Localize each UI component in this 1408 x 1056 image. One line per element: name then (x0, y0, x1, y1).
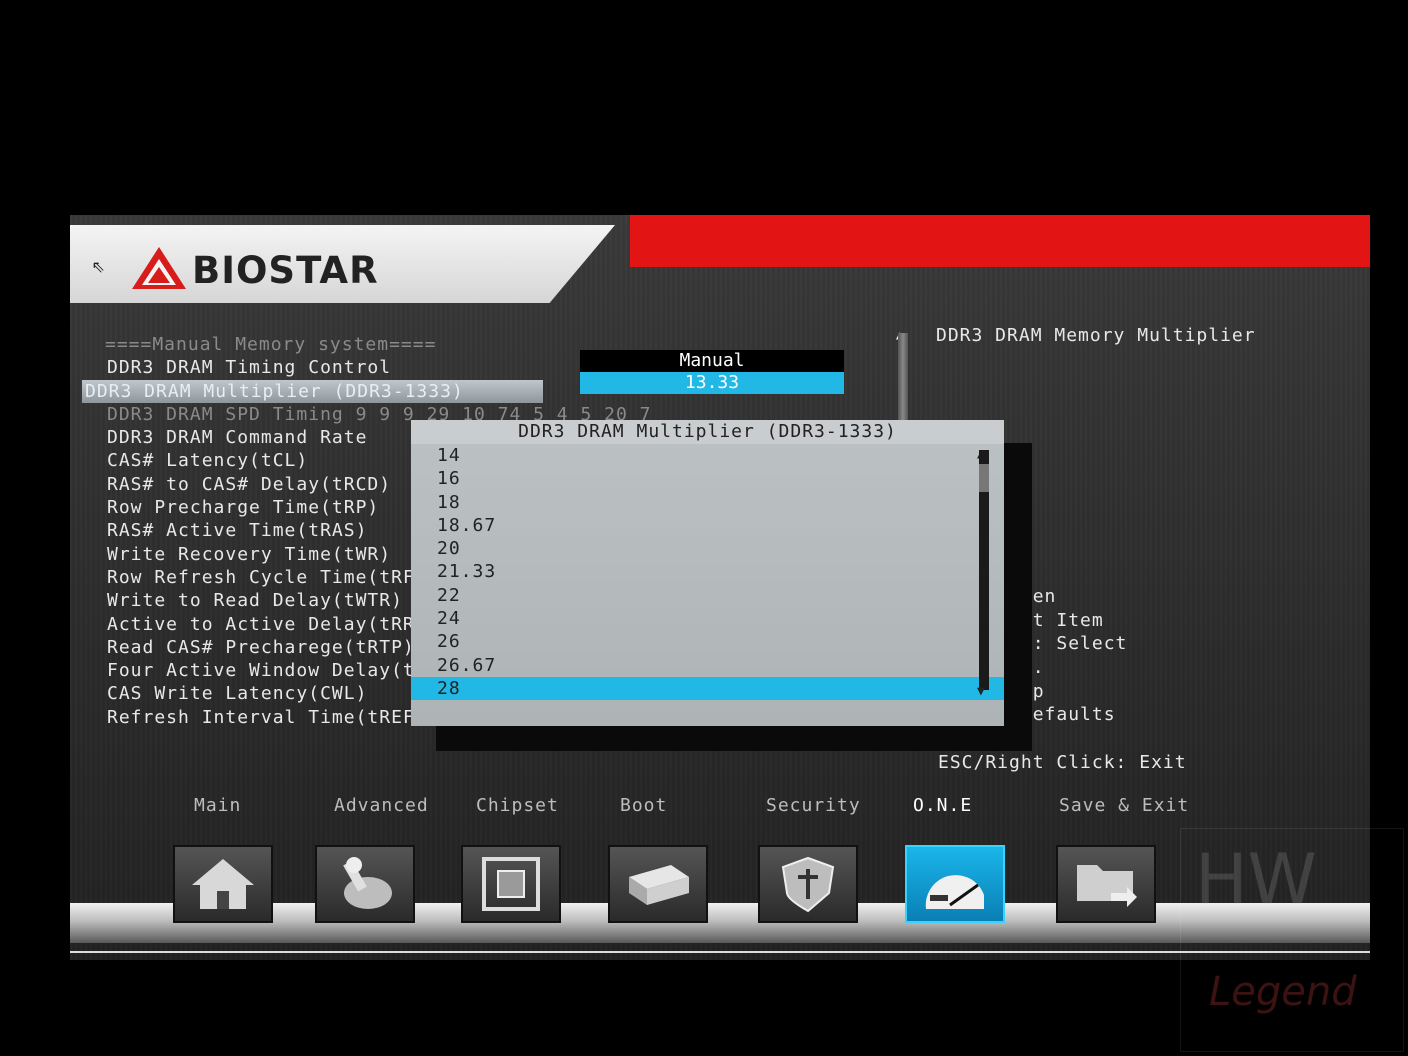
speedometer-icon (925, 875, 984, 909)
watermark-bottom-text: Legend (1209, 969, 1357, 1015)
tab-main[interactable]: Main (194, 795, 241, 816)
popup-scrollbar[interactable] (979, 450, 989, 690)
key-help-line: ESC/Right Click: Exit (938, 751, 1187, 773)
popup-option[interactable]: 16 (411, 467, 1004, 490)
popup-option-list: 14 16 18 18.67 20 21.33 22 24 26 26.67 2… (411, 444, 1004, 701)
multiplier-options-popup: DDR3 DRAM Multiplier (DDR3-1333) 14 16 1… (411, 420, 1004, 726)
popup-option[interactable]: 14 (411, 444, 1004, 467)
save-exit-tab-button[interactable] (1056, 845, 1156, 923)
popup-option[interactable]: 18.67 (411, 514, 1004, 537)
bios-screen: ⇖ BIOSTAR ====Manual Memory system==== D… (70, 215, 1370, 960)
popup-option[interactable]: 18 (411, 491, 1004, 514)
shield-icon (781, 856, 835, 913)
joystick-icon (343, 857, 392, 909)
popup-option[interactable]: 26 (411, 630, 1004, 653)
popup-title: DDR3 DRAM Multiplier (DDR3-1333) (411, 420, 1004, 444)
security-tab-button[interactable] (758, 845, 858, 923)
tab-security[interactable]: Security (766, 795, 861, 816)
popup-scroll-down-icon[interactable]: ▼ (977, 684, 985, 699)
popup-option[interactable]: 22 (411, 584, 1004, 607)
tab-save-exit[interactable]: Save & Exit (1059, 795, 1189, 816)
watermark-logo: HW Legend (1180, 828, 1404, 1052)
tab-chipset[interactable]: Chipset (476, 795, 559, 816)
bottom-divider (70, 951, 1370, 953)
advanced-tab-button[interactable] (315, 845, 415, 923)
timing-control-value[interactable]: Manual (580, 350, 844, 372)
home-icon (192, 859, 254, 909)
help-title: DDR3 DRAM Memory Multiplier (936, 325, 1256, 346)
popup-option-selected[interactable]: 28 (411, 676, 1004, 701)
boot-tab-button[interactable] (608, 845, 708, 923)
folder-exit-icon (1077, 865, 1137, 907)
multiplier-value[interactable]: 13.33 (580, 372, 844, 394)
chipset-tab-button[interactable] (461, 845, 561, 923)
popup-option[interactable]: 24 (411, 607, 1004, 630)
watermark-top-text: HW (1195, 839, 1317, 921)
logo-panel: ⇖ BIOSTAR (70, 225, 615, 303)
tab-one[interactable]: O.N.E (913, 795, 972, 816)
popup-option[interactable]: 21.33 (411, 560, 1004, 583)
mouse-cursor-icon: ⇖ (92, 253, 106, 278)
tab-boot[interactable]: Boot (620, 795, 667, 816)
drive-icon (629, 865, 689, 905)
popup-scroll-thumb[interactable] (979, 464, 989, 492)
main-tab-button[interactable] (173, 845, 273, 923)
header-red-bar (630, 215, 1370, 267)
menu-item-dram-multiplier[interactable]: DDR3 DRAM Multiplier (DDR3-1333) (82, 379, 543, 403)
one-tab-button[interactable] (905, 845, 1005, 923)
setting-values: Manual 13.33 (580, 350, 844, 394)
popup-option[interactable]: 26.67 (411, 654, 1004, 677)
biostar-logo-icon (132, 247, 186, 289)
brand-name: BIOSTAR (192, 249, 379, 292)
tab-advanced[interactable]: Advanced (334, 795, 429, 816)
chip-icon (482, 857, 540, 911)
popup-option[interactable]: 20 (411, 537, 1004, 560)
